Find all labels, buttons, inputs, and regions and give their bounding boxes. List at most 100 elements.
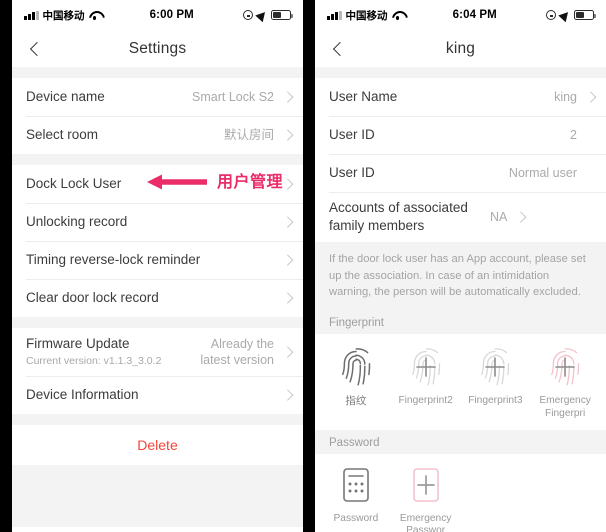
signal-bars-icon [327, 10, 342, 20]
left-status-bar: 中国移动 6:00 PM [12, 0, 303, 30]
chevron-right-icon [512, 213, 524, 221]
settings-group-firmware: Firmware Update Current version: v1.1.3_… [12, 328, 303, 414]
tile-empty [461, 466, 531, 532]
tile-fingerprint-3[interactable]: Fingerprint3 [461, 346, 531, 420]
status-right-group [243, 8, 293, 22]
section-gap [12, 317, 303, 328]
row-label: User ID [329, 164, 375, 180]
row-user-name[interactable]: User Name king [315, 78, 606, 116]
battery-icon [271, 10, 293, 20]
phone-gutter [303, 0, 315, 532]
wifi-icon [89, 10, 101, 20]
screenshot-stage: 中国移动 6:00 PM Settings Device name Smart … [0, 0, 606, 532]
status-time: 6:00 PM [149, 9, 194, 21]
tile-label: Fingerprint3 [468, 395, 523, 407]
row-user-role: User ID Normal user [315, 154, 606, 192]
settings-group-device: Device name Smart Lock S2 Select room 默认… [12, 78, 303, 154]
bottom-gap [12, 464, 303, 527]
chevron-right-icon [279, 294, 291, 302]
tile-label: Fingerprint2 [398, 395, 453, 407]
section-gap [12, 413, 303, 425]
settings-group-lock: Dock Lock User 2 Unlocking record Timing… [12, 165, 303, 317]
carrier-label: 中国移动 [345, 9, 388, 22]
chevron-right-icon [279, 180, 291, 188]
tile-label: Emergency Fingerpri [539, 395, 591, 419]
row-select-room[interactable]: Select room 默认房间 [12, 116, 303, 154]
fingerprint-icon [341, 348, 371, 386]
row-value: Smart Lock S2 [192, 90, 274, 104]
user-detail-group: User Name king User ID 2 User ID Normal … [315, 78, 606, 243]
row-label: Timing reverse-lock reminder [26, 251, 201, 267]
battery-icon [574, 10, 596, 20]
row-subtitle: Current version: v1.1.3_3.0.2 [26, 355, 162, 368]
row-value: NA [490, 210, 508, 225]
chevron-right-icon [279, 218, 291, 226]
status-time: 6:04 PM [452, 9, 497, 21]
row-value: 默认房间 [223, 128, 274, 142]
page-title: Settings [128, 39, 187, 57]
chevron-right-icon [279, 391, 291, 399]
signal-bars-icon [24, 10, 39, 20]
location-arrow-icon [255, 8, 269, 22]
location-arrow-icon [558, 8, 572, 22]
row-timing-reverse-lock-reminder[interactable]: Timing reverse-lock reminder [12, 241, 303, 279]
section-header-password: Password [315, 430, 606, 455]
association-note: If the door lock user has an App account… [315, 242, 606, 311]
fingerprint-emergency-add-icon [551, 348, 580, 386]
row-firmware-update[interactable]: Firmware Update Current version: v1.1.3_… [12, 328, 303, 376]
back-button[interactable] [327, 38, 349, 60]
tile-emergency-password[interactable]: Emergency Passwor [391, 466, 461, 532]
section-header-fingerprint: Fingerprint [315, 310, 606, 335]
carrier-label: 中国移动 [42, 9, 85, 22]
tile-label: Emergency Passwor [399, 513, 452, 532]
row-label: Device name [26, 88, 105, 104]
row-device-information[interactable]: Device Information [12, 375, 303, 414]
delete-button[interactable]: Delete [12, 424, 303, 465]
row-value: Already the latest version [200, 336, 274, 367]
alarm-clock-icon [546, 10, 556, 20]
left-screen: 中国移动 6:00 PM Settings Device name Smart … [12, 0, 303, 532]
tile-emergency-fingerprint[interactable]: Emergency Fingerpri [530, 346, 600, 420]
fingerprint-tile-grid: 指纹 Fingerprint2 Fingerprint3 Emergency F… [315, 334, 606, 431]
row-label: User ID [329, 126, 375, 142]
row-clear-door-lock-record[interactable]: Clear door lock record [12, 279, 303, 317]
chevron-right-icon [582, 93, 594, 101]
user-count-badge: 2 [267, 177, 274, 191]
tile-password[interactable]: Password [321, 466, 391, 532]
fingerprint-add-icon [481, 348, 510, 386]
row-label: Unlocking record [26, 213, 128, 229]
right-phone-screenshot: 中国移动 6:04 PM king User Name king User ID… [315, 0, 606, 532]
section-gap [315, 67, 606, 78]
tile-fingerprint-1[interactable]: 指纹 [321, 346, 391, 420]
section-gap [12, 67, 303, 78]
row-value: king [554, 90, 577, 104]
fingerprint-add-icon [411, 348, 440, 386]
right-status-bar: 中国移动 6:04 PM [315, 0, 606, 30]
row-label: Device Information [26, 386, 139, 402]
tile-fingerprint-2[interactable]: Fingerprint2 [391, 346, 461, 420]
keypad-icon [343, 468, 369, 502]
row-label: Accounts of associated family members [329, 200, 468, 234]
page-title: king [445, 39, 476, 57]
right-screen: 中国移动 6:04 PM king User Name king User ID… [315, 0, 606, 532]
chevron-right-icon [279, 256, 291, 264]
row-label: Firmware Update [26, 336, 130, 351]
chevron-right-icon [279, 131, 291, 139]
tile-label: 指纹 [345, 395, 367, 408]
row-value: Normal user [508, 166, 577, 180]
password-tile-grid: Password Emergency Passwor [315, 454, 606, 532]
row-unlocking-record[interactable]: Unlocking record [12, 203, 303, 241]
back-button[interactable] [24, 38, 46, 60]
left-phone-screenshot: 中国移动 6:00 PM Settings Device name Smart … [12, 0, 303, 532]
row-associated-family-members[interactable]: Accounts of associated family members NA [315, 192, 606, 243]
row-dock-lock-user[interactable]: Dock Lock User 2 [12, 165, 303, 203]
chevron-right-icon [279, 93, 291, 101]
row-label: Select room [26, 126, 99, 142]
section-gap [12, 154, 303, 165]
delete-button-label: Delete [137, 436, 178, 453]
row-device-name[interactable]: Device name Smart Lock S2 [12, 78, 303, 116]
row-value: 2 [570, 128, 577, 142]
row-label: User Name [329, 88, 398, 104]
alarm-clock-icon [243, 10, 253, 20]
wifi-icon [392, 10, 404, 20]
